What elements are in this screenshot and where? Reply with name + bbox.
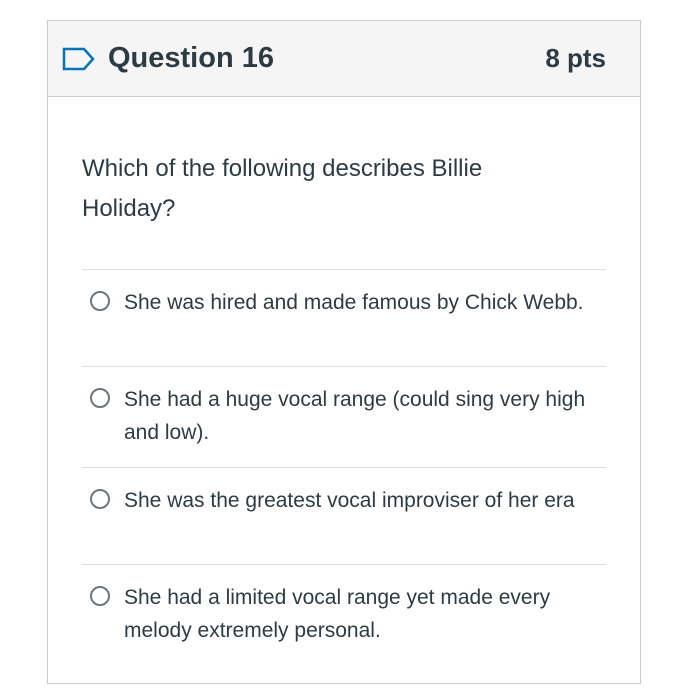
answer-list: She was hired and made famous by Chick W… [82,269,606,665]
answer-option[interactable]: She had a huge vocal range (could sing v… [82,366,606,467]
answer-label[interactable]: She had a limited vocal range yet made e… [124,581,594,647]
answer-option[interactable]: She was the greatest vocal improviser of… [82,467,606,564]
question-header-left: Question 16 [62,42,274,75]
question-title: Question 16 [108,42,274,74]
radio-button[interactable] [90,291,110,311]
answer-option[interactable]: She was hired and made famous by Chick W… [82,269,606,366]
answer-label[interactable]: She was the greatest vocal improviser of… [124,484,594,517]
answer-option[interactable]: She had a limited vocal range yet made e… [82,564,606,665]
question-header: Question 16 8 pts [48,21,640,97]
radio-button[interactable] [90,388,110,408]
question-text: Which of the following describes Billie … [82,155,483,222]
answer-label[interactable]: She had a huge vocal range (could sing v… [124,383,594,449]
question-points: 8 pts [545,43,606,73]
radio-button[interactable] [90,586,110,606]
answer-label[interactable]: She was hired and made famous by Chick W… [124,286,594,319]
question-body: Which of the following describes Billie … [48,149,640,665]
radio-button[interactable] [90,489,110,509]
flag-icon[interactable] [62,47,96,71]
question-card: Question 16 8 pts Which of the following… [47,20,641,684]
